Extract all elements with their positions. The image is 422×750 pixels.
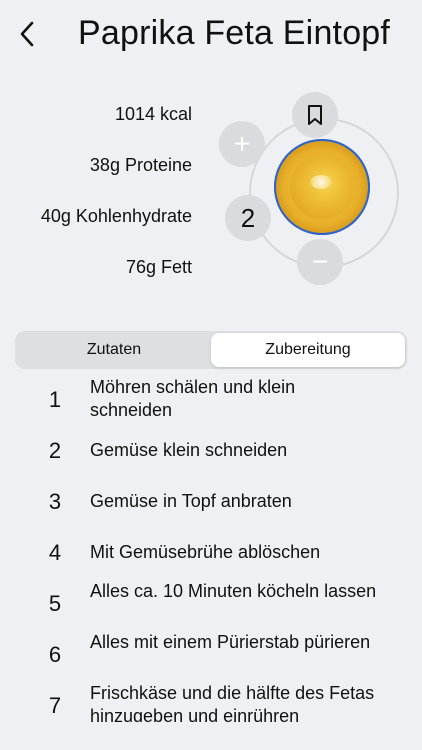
decrease-servings-button[interactable]: − [297, 239, 343, 285]
segmented-control: Zutaten Zubereitung [15, 331, 407, 369]
page-title: Paprika Feta Eintopf [78, 14, 391, 52]
step-number: 1 [48, 387, 62, 412]
bookmark-button[interactable] [292, 92, 338, 138]
tab-zutaten[interactable]: Zutaten [17, 333, 211, 367]
plus-icon: + [233, 128, 251, 159]
carbs-label: 40g Kohlenhydrate [40, 206, 192, 226]
list-item: 2 Gemüse klein schneiden [0, 425, 422, 476]
header: Paprika Feta Eintopf [0, 0, 422, 70]
step-text: Gemüse in Topf anbraten [90, 491, 292, 511]
soup-surface [290, 155, 354, 219]
back-button[interactable] [12, 16, 42, 52]
list-item: 6 Alles mit einem Pürierstab pürieren [0, 629, 422, 680]
increase-servings-button[interactable]: + [219, 121, 265, 167]
bookmark-icon [308, 105, 322, 125]
step-text: Frischkäse und die hälfte des Fetas hinz… [90, 683, 375, 722]
fat-label: 76g Fett [125, 257, 192, 277]
recipe-image [274, 139, 370, 235]
step-number: 4 [48, 540, 62, 565]
kcal-label: 1014 kcal [114, 104, 192, 124]
tab-zubereitung[interactable]: Zubereitung [211, 333, 405, 367]
list-item: 1 Möhren schälen und klein schneiden [0, 374, 422, 425]
steps-list[interactable]: 1 Möhren schälen und klein schneiden 2 G… [0, 374, 422, 722]
step-text: Gemüse klein schneiden [90, 440, 288, 460]
list-item: 5 Alles ca. 10 Minuten köcheln lassen [0, 578, 422, 629]
step-number: 5 [48, 591, 62, 616]
step-number: 3 [48, 489, 62, 514]
list-item: 7 Frischkäse und die hälfte des Fetas hi… [0, 680, 422, 722]
servings-count: 2 [225, 195, 271, 241]
step-number: 6 [48, 642, 62, 667]
step-text: Mit Gemüsebrühe ablöschen [90, 542, 321, 562]
chevron-left-icon [20, 21, 34, 47]
list-item: 4 Mit Gemüsebrühe ablöschen [0, 527, 422, 578]
step-number: 2 [48, 438, 62, 463]
protein-label: 38g Proteine [89, 155, 192, 175]
step-number: 7 [48, 693, 62, 718]
step-text: Alles mit einem Pürierstab pürieren [90, 632, 371, 652]
step-text: Alles ca. 10 Minuten köcheln lassen [90, 581, 377, 601]
step-text: Möhren schälen und klein schneiden [90, 377, 296, 420]
list-item: 3 Gemüse in Topf anbraten [0, 476, 422, 527]
minus-icon: − [311, 246, 329, 277]
